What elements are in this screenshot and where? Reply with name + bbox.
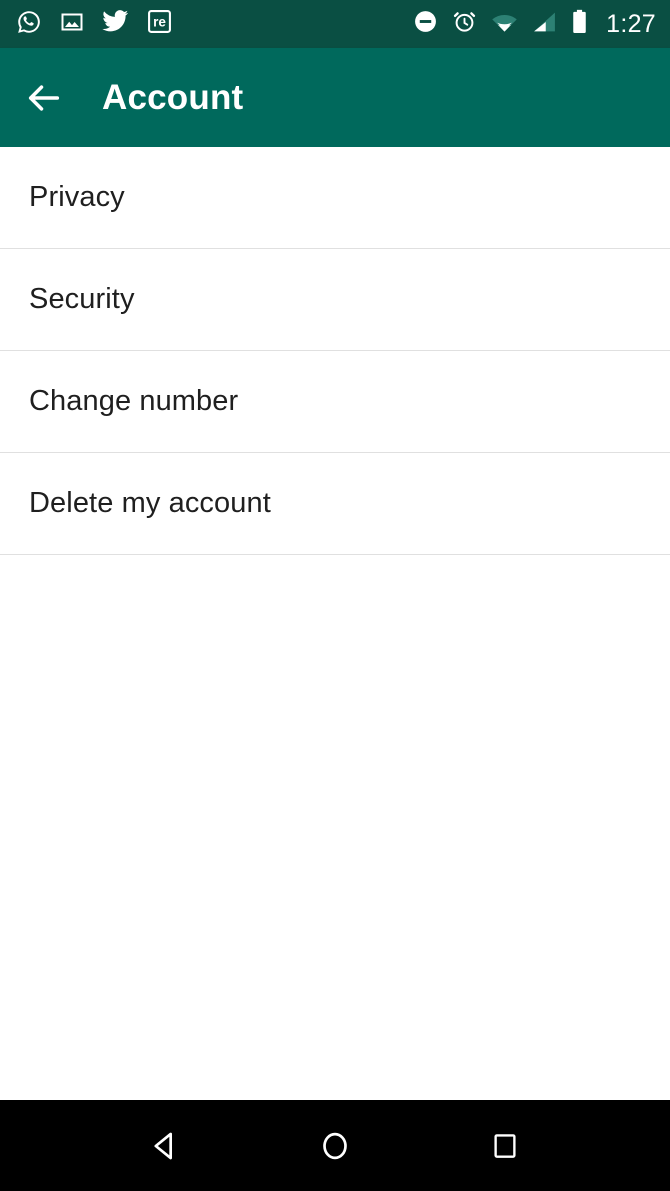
status-bar-notification-icons: re — [16, 9, 172, 40]
triangle-left-icon — [154, 1132, 173, 1159]
settings-item-label: Change number — [29, 385, 239, 417]
wifi-icon — [491, 11, 518, 38]
twitter-icon — [102, 9, 129, 39]
svg-text:re: re — [153, 15, 166, 30]
nav-home-button[interactable] — [295, 1100, 375, 1191]
nav-recents-button[interactable] — [465, 1100, 545, 1191]
status-bar: re 1:27 — [0, 0, 670, 48]
android-navigation-bar — [0, 1100, 670, 1191]
back-button[interactable] — [8, 48, 80, 147]
battery-icon — [571, 9, 588, 39]
settings-item-label: Delete my account — [29, 487, 271, 519]
settings-item-security[interactable]: Security — [0, 249, 670, 350]
settings-item-delete-my-account[interactable]: Delete my account — [0, 453, 670, 554]
status-bar-clock: 1:27 — [606, 9, 656, 38]
list-divider — [0, 554, 670, 555]
page-title: Account — [102, 77, 244, 117]
app-bar: Account — [0, 48, 670, 147]
alarm-icon — [452, 9, 477, 39]
photo-icon — [60, 10, 84, 39]
account-settings-list: Privacy Security Change number Delete my… — [0, 147, 670, 555]
nav-back-button[interactable] — [125, 1100, 205, 1191]
arrow-left-icon — [28, 84, 60, 111]
square-icon — [494, 1133, 516, 1158]
cellular-signal-icon — [532, 11, 557, 38]
circle-icon — [323, 1132, 347, 1159]
status-bar-system-icons: 1:27 — [413, 9, 656, 39]
settings-item-label: Security — [29, 283, 135, 315]
re-badge-icon: re — [147, 9, 172, 39]
whatsapp-icon — [16, 9, 42, 40]
settings-item-label: Privacy — [29, 181, 125, 213]
settings-item-privacy[interactable]: Privacy — [0, 147, 670, 248]
settings-content: Privacy Security Change number Delete my… — [0, 147, 670, 1100]
settings-item-change-number[interactable]: Change number — [0, 351, 670, 452]
phone-screen: re 1:27 Account Privacy Security Change … — [0, 0, 670, 1191]
do-not-disturb-icon — [413, 9, 438, 39]
